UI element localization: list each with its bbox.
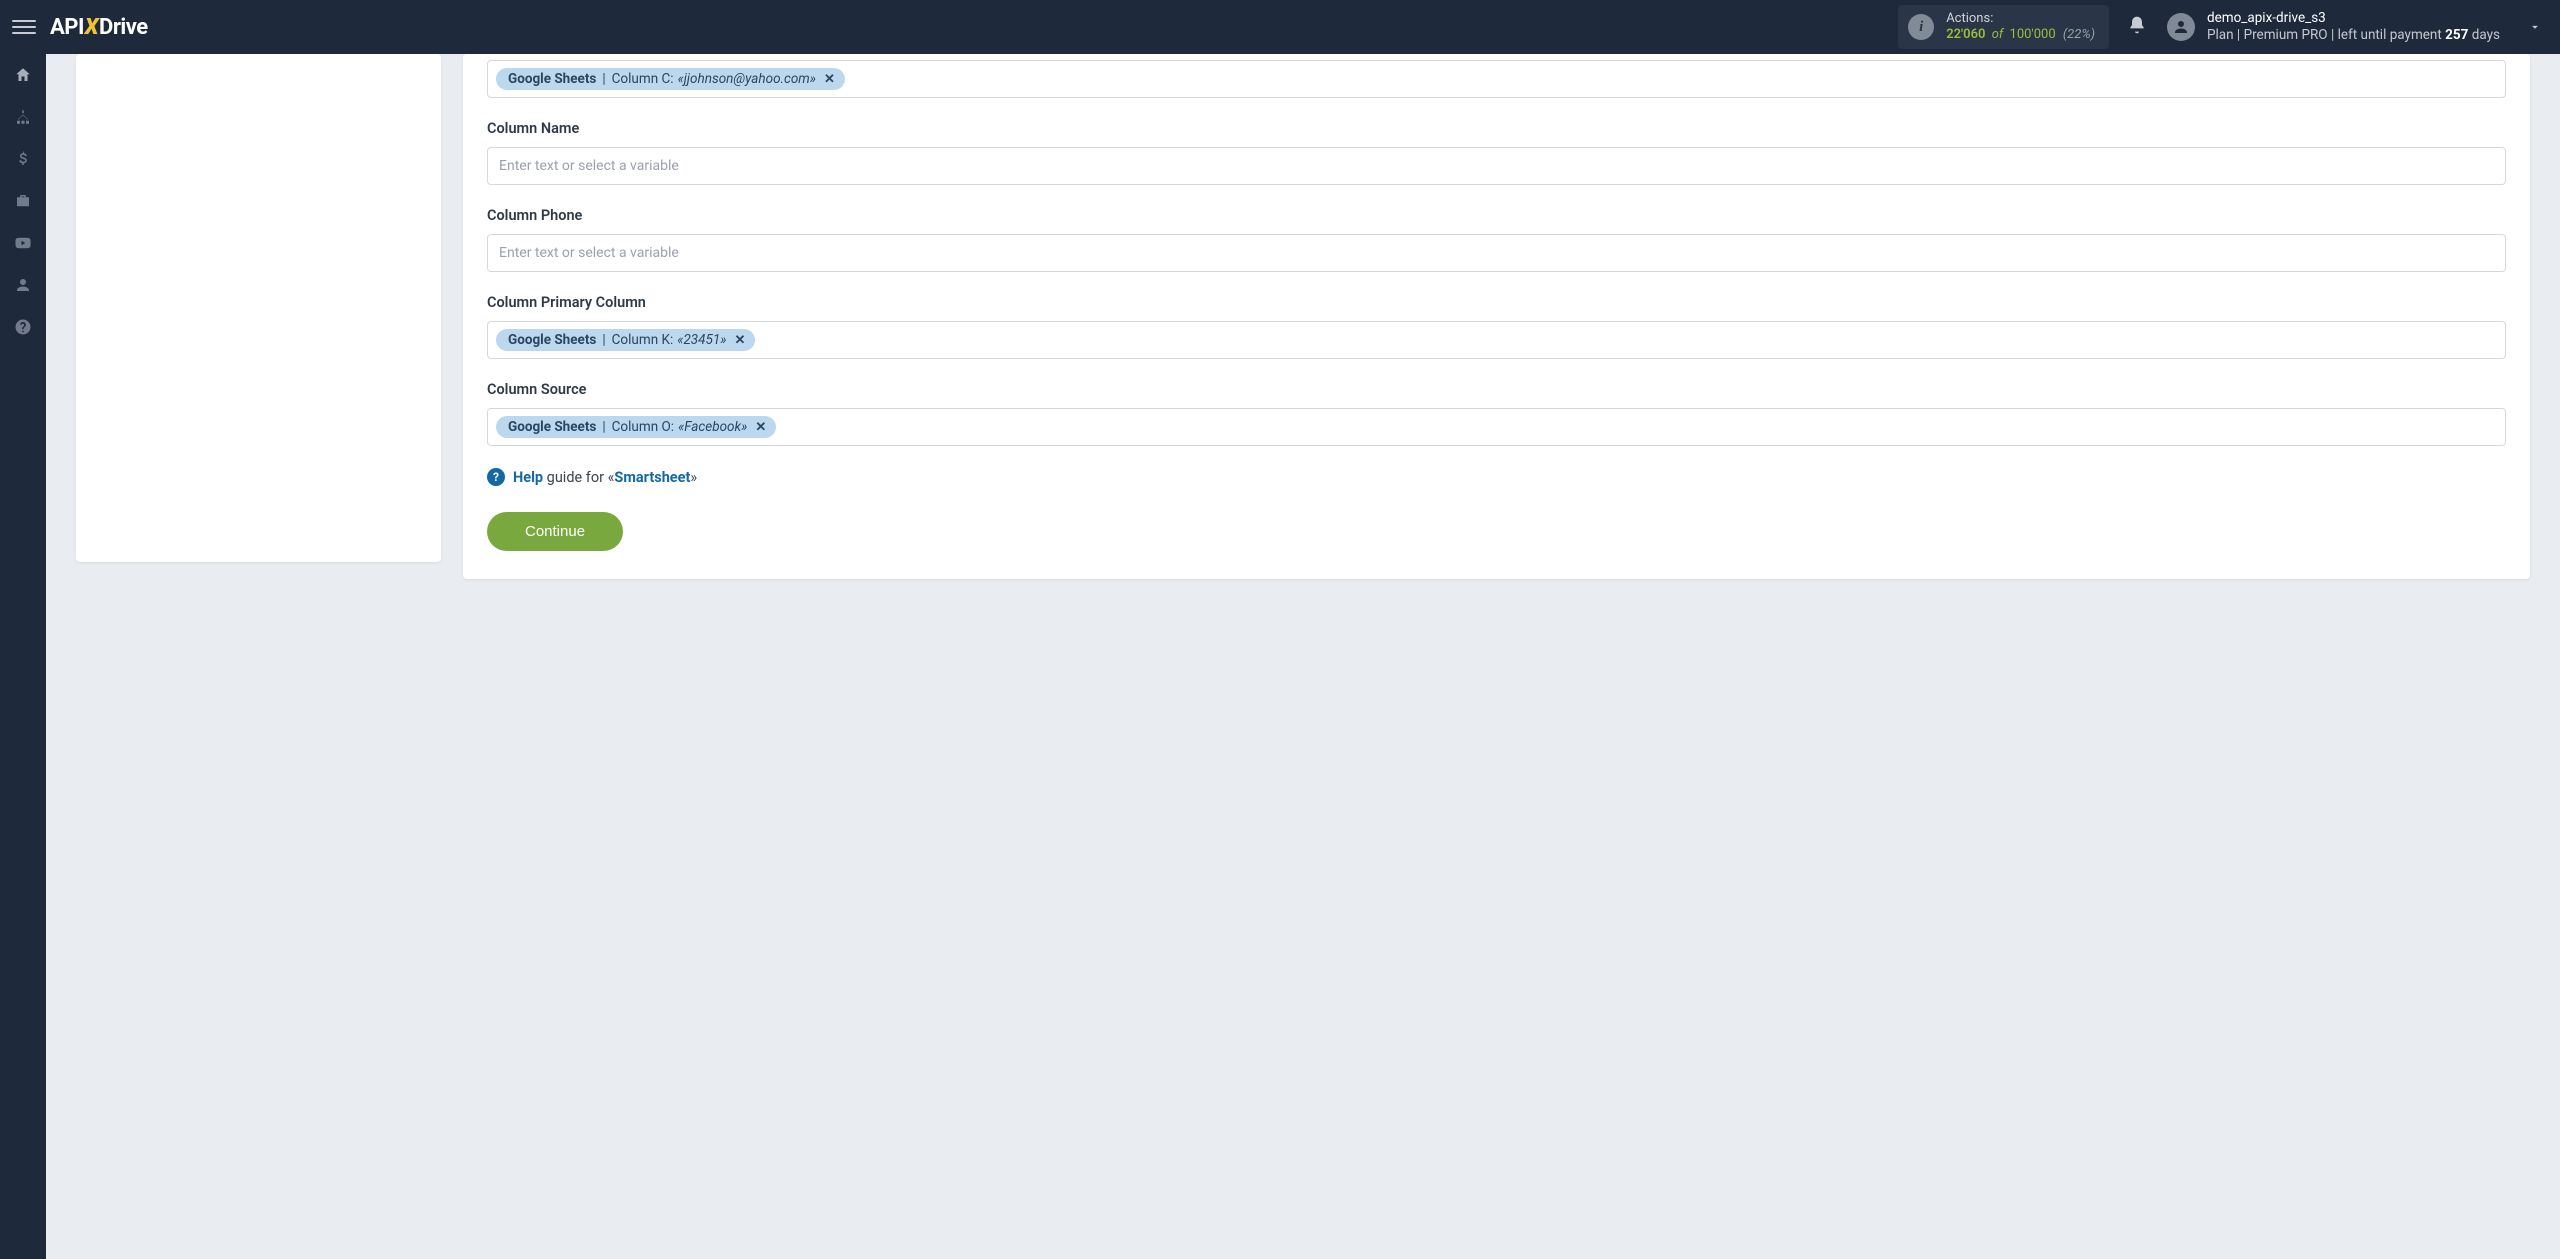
actions-usage-box[interactable]: i Actions: 22'060 of 100'000 (22%) [1898,5,2109,50]
actions-usage-text: Actions: 22'060 of 100'000 (22%) [1946,11,2095,44]
notifications-button[interactable] [2127,15,2147,39]
info-icon: i [1908,14,1934,40]
field-column-c: Google Sheets | Column C: «jjohnson@yaho… [487,54,2506,98]
form-card: Google Sheets | Column C: «jjohnson@yaho… [463,54,2530,579]
help-icon [14,318,32,336]
chip-col: Column C: [612,71,674,87]
actions-of: of [1989,27,2007,42]
logo-part-drive: Drive [99,15,148,40]
left-panel-card [76,54,441,562]
actions-pct: (22%) [2059,27,2095,42]
main-viewport: Google Sheets | Column C: «jjohnson@yaho… [46,54,2560,1259]
plan-days-word: days [2472,27,2500,43]
chip-col: Column O: [612,419,674,435]
chip-column-c[interactable]: Google Sheets | Column C: «jjohnson@yaho… [496,68,845,90]
sidebar-item-connections[interactable] [0,96,46,138]
logo-part-api: API [50,15,84,40]
plan-suffix: | left until payment [2331,27,2442,43]
sidebar-item-video[interactable] [0,222,46,264]
chip-value: «23451» [677,332,726,348]
chip-sep: | [600,419,607,435]
chip-source: Google Sheets [508,332,596,348]
sidebar-item-home[interactable] [0,54,46,96]
help-question-icon: ? [487,468,505,486]
field-label: Column Source [487,381,2506,398]
field-column-primary: Column Primary Column Google Sheets | Co… [487,294,2506,359]
help-word: Help [513,469,543,486]
actions-label: Actions: [1946,11,2095,27]
help-target: Smartsheet [614,469,690,486]
dollar-icon [14,150,32,168]
avatar-icon [2167,13,2195,41]
sidebar-item-business[interactable] [0,180,46,222]
field-label: Column Phone [487,207,2506,224]
home-icon [14,66,32,84]
field-column-phone-box[interactable]: Enter text or select a variable [487,234,2506,272]
chip-value: «Facebook» [678,419,747,435]
actions-total: 100'000 [2010,27,2056,42]
field-column-c-box[interactable]: Google Sheets | Column C: «jjohnson@yaho… [487,60,2506,98]
help-close: » [690,469,697,486]
chevron-down-icon[interactable] [2528,20,2542,34]
logo-part-x: X [84,15,99,40]
chip-remove-icon[interactable]: ✕ [734,333,745,348]
plan-name: Premium PRO [2244,27,2328,43]
field-column-name-box[interactable]: Enter text or select a variable [487,147,2506,185]
chip-source: Google Sheets [508,71,596,87]
user-icon [14,276,32,294]
chip-sep: | [600,71,607,87]
actions-used: 22'060 [1946,27,1985,42]
plan-prefix: Plan | [2207,27,2240,43]
help-text: guide for « [547,469,615,486]
chip-sep: | [600,332,607,348]
field-column-phone: Column Phone Enter text or select a vari… [487,207,2506,272]
chip-remove-icon[interactable]: ✕ [824,72,835,87]
youtube-icon [14,234,32,252]
field-label: Column Name [487,120,2506,137]
chip-source: Google Sheets [508,419,596,435]
sitemap-icon [14,108,32,126]
chip-col: Column K: [612,332,674,348]
help-link-row[interactable]: ? Help guide for «Smartsheet» [487,468,2506,486]
briefcase-icon [14,192,32,210]
chip-column-primary[interactable]: Google Sheets | Column K: «23451» ✕ [496,329,755,351]
plan-days: 257 [2445,27,2468,43]
left-sidebar [0,54,46,1259]
chip-value: «jjohnson@yahoo.com» [678,71,816,87]
user-name: demo_apix-drive_s3 [2207,10,2500,27]
top-header: API X Drive i Actions: 22'060 of 100'000… [0,0,2560,54]
field-column-source-box[interactable]: Google Sheets | Column O: «Facebook» ✕ [487,408,2506,446]
field-label: Column Primary Column [487,294,2506,311]
chip-column-source[interactable]: Google Sheets | Column O: «Facebook» ✕ [496,416,776,438]
sidebar-item-account[interactable] [0,264,46,306]
continue-button[interactable]: Continue [487,512,623,551]
sidebar-item-billing[interactable] [0,138,46,180]
user-menu[interactable]: demo_apix-drive_s3 Plan | Premium PRO | … [2167,10,2542,44]
field-column-source: Column Source Google Sheets | Column O: … [487,381,2506,446]
brand-logo[interactable]: API X Drive [50,15,148,40]
user-info-text: demo_apix-drive_s3 Plan | Premium PRO | … [2207,10,2500,44]
sidebar-item-help[interactable] [0,306,46,348]
field-column-name: Column Name Enter text or select a varia… [487,120,2506,185]
menu-toggle-button[interactable] [12,15,36,39]
chip-remove-icon[interactable]: ✕ [755,420,766,435]
field-column-primary-box[interactable]: Google Sheets | Column K: «23451» ✕ [487,321,2506,359]
